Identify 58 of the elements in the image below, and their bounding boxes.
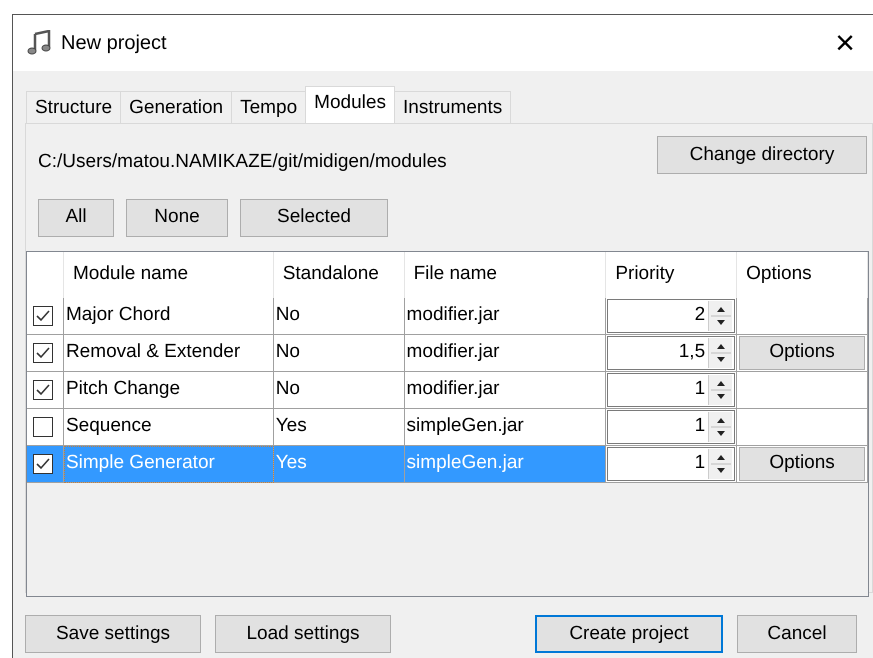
checkbox[interactable] bbox=[33, 380, 53, 400]
footer-button[interactable]: Save settings bbox=[25, 615, 201, 653]
table-cell: modifier.jar bbox=[404, 372, 606, 408]
spinner-arrows-icon[interactable] bbox=[708, 412, 732, 442]
table-cell: Yes bbox=[274, 408, 405, 446]
filter-button[interactable]: Selected bbox=[240, 198, 388, 236]
close-button[interactable]: × bbox=[835, 26, 855, 60]
check-icon bbox=[35, 308, 51, 324]
priority-spinner[interactable]: 1 bbox=[607, 446, 736, 480]
table-row[interactable]: Pitch Change No modifier.jar 1 bbox=[27, 372, 868, 408]
table-cell: simpleGen.jar bbox=[404, 446, 606, 482]
tab[interactable]: Instruments bbox=[394, 91, 512, 123]
table-row[interactable]: Major Chord No modifier.jar 2 bbox=[27, 298, 868, 334]
priority-spinner[interactable]: 2 bbox=[607, 298, 736, 332]
checkbox[interactable] bbox=[33, 416, 53, 436]
filter-button[interactable]: All bbox=[38, 198, 114, 236]
filter-button[interactable]: None bbox=[126, 198, 228, 236]
spinner-arrows-icon[interactable] bbox=[708, 300, 732, 330]
table-cell: modifier.jar bbox=[404, 334, 606, 372]
column-header[interactable]: Standalone bbox=[274, 252, 405, 298]
spinner-arrows-icon[interactable] bbox=[708, 338, 732, 368]
spinner-arrows-icon[interactable] bbox=[708, 448, 732, 478]
priority-spinner[interactable]: 1 bbox=[607, 410, 736, 444]
column-header[interactable]: File name bbox=[404, 252, 606, 298]
priority-spinner[interactable]: 1,5 bbox=[607, 336, 736, 370]
priority-spinner[interactable]: 1 bbox=[607, 372, 736, 406]
footer-button[interactable]: Create project bbox=[535, 615, 723, 653]
table-row[interactable]: Removal & Extender No modifier.jar 1,5 Options bbox=[27, 334, 868, 372]
table-row[interactable]: Sequence Yes simpleGen.jar 1 bbox=[27, 408, 868, 446]
checkbox[interactable] bbox=[33, 454, 53, 474]
check-icon bbox=[35, 456, 51, 472]
options-button[interactable]: Options bbox=[739, 446, 865, 480]
tab[interactable]: Modules bbox=[305, 86, 395, 123]
table-cell: No bbox=[274, 334, 405, 372]
table-cell: Removal & Extender bbox=[64, 334, 274, 372]
footer-button[interactable]: Load settings bbox=[215, 615, 391, 653]
check-icon bbox=[35, 344, 51, 360]
tab[interactable]: Structure bbox=[26, 91, 122, 123]
checkbox[interactable] bbox=[33, 306, 53, 326]
table-cell: Yes bbox=[274, 446, 405, 482]
table-cell: modifier.jar bbox=[404, 298, 606, 334]
change-directory-button[interactable]: Change directory bbox=[657, 136, 867, 174]
table-row[interactable]: Simple Generator Yes simpleGen.jar 1 Options bbox=[27, 446, 868, 482]
table-cell: Pitch Change bbox=[64, 372, 274, 408]
check-icon bbox=[35, 382, 51, 398]
table-cell: Sequence bbox=[64, 408, 274, 446]
spinner-arrows-icon[interactable] bbox=[708, 374, 732, 404]
table-cell: Simple Generator bbox=[64, 446, 274, 482]
window-title: New project bbox=[61, 31, 167, 56]
footer-button[interactable]: Cancel bbox=[737, 615, 857, 653]
checkbox[interactable] bbox=[33, 342, 53, 362]
music-note-icon bbox=[27, 30, 53, 56]
table-cell: simpleGen.jar bbox=[404, 408, 606, 446]
table-cell: No bbox=[274, 298, 405, 334]
table-cell: Major Chord bbox=[64, 298, 274, 334]
table-cell: No bbox=[274, 372, 405, 408]
directory-path: C:/Users/matou.NAMIKAZE/git/midigen/modules bbox=[38, 150, 447, 174]
options-button[interactable]: Options bbox=[739, 336, 865, 370]
